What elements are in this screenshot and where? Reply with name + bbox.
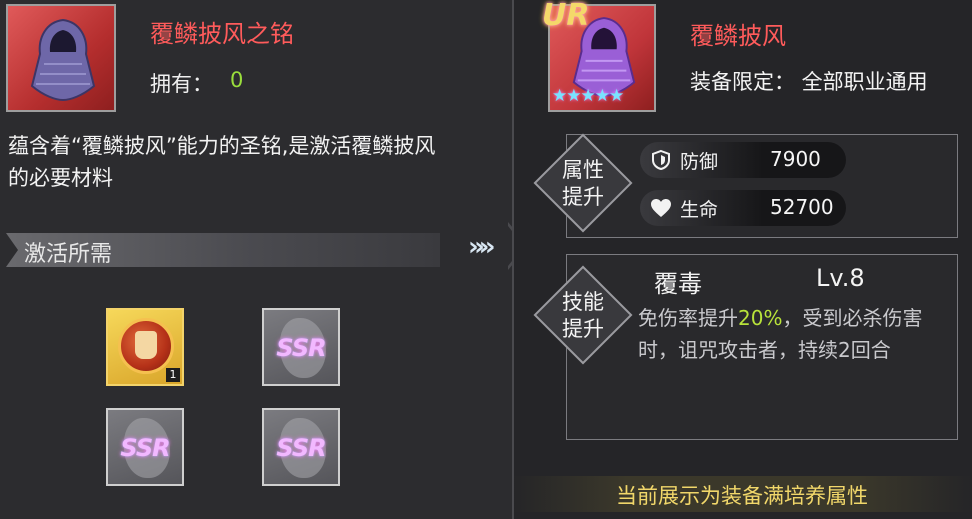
skill-label-line2: 提升 [562,317,604,341]
equipment-restriction: 装备限定： 全部职业通用 [690,70,928,94]
required-material-slot[interactable]: 1 [106,308,184,386]
footer-note: 当前展示为装备满培养属性 [616,484,868,508]
stat-row-hp: 生命 52700 [640,190,846,226]
cloak-icon [30,18,96,102]
forward-arrows-icon: »» [468,232,495,262]
requirements-header: 激活所需 [6,233,440,267]
skill-name: 覆毒 [654,270,702,298]
attr-label-line1: 属性 [562,158,604,182]
requirements-title: 激活所需 [24,242,113,267]
stat-name: 生命 [680,199,719,221]
footer-banner: 当前展示为装备满培养属性 [512,476,972,512]
own-label: 拥有： [150,72,213,96]
skill-label-line1: 技能 [562,290,604,314]
stat-value: 7900 [770,147,821,171]
heart-icon [648,197,674,219]
rarity-badge: UR [542,0,590,33]
ssr-label: SSR [276,434,326,462]
skill-description: 免伤率提升20%，受到必杀伤害时，诅咒攻击者，持续2回合 [638,302,948,366]
stat-name: 防御 [680,151,719,173]
skill-desc-prefix: 免伤率提升 [638,306,738,330]
skill-level: Lv.8 [816,264,865,292]
material-name: 覆鳞披风之铭 [150,20,294,48]
ssr-slot[interactable]: SSR [262,408,340,486]
medal-icon [118,318,174,374]
star-rating: ★★★★★ [552,86,624,106]
equipment-name: 覆鳞披风 [690,22,786,50]
ssr-slot[interactable]: SSR [106,408,184,486]
slot-count: 1 [166,368,180,382]
ssr-label: SSR [120,434,170,462]
stat-row-defense: 防御 7900 [640,142,846,178]
ssr-slot[interactable]: SSR [262,308,340,386]
skill-desc-highlight: 20% [738,306,783,330]
stat-value: 52700 [770,195,834,219]
own-count: 0 [230,68,244,92]
material-description: 蕴含着“覆鳞披风”能力的圣铭,是激活覆鳞披风的必要材料 [8,134,436,190]
material-item-icon[interactable] [6,4,116,112]
ssr-label: SSR [276,334,326,362]
attr-label-line2: 提升 [562,185,604,209]
header-notch [6,233,18,267]
shield-icon [648,149,674,171]
